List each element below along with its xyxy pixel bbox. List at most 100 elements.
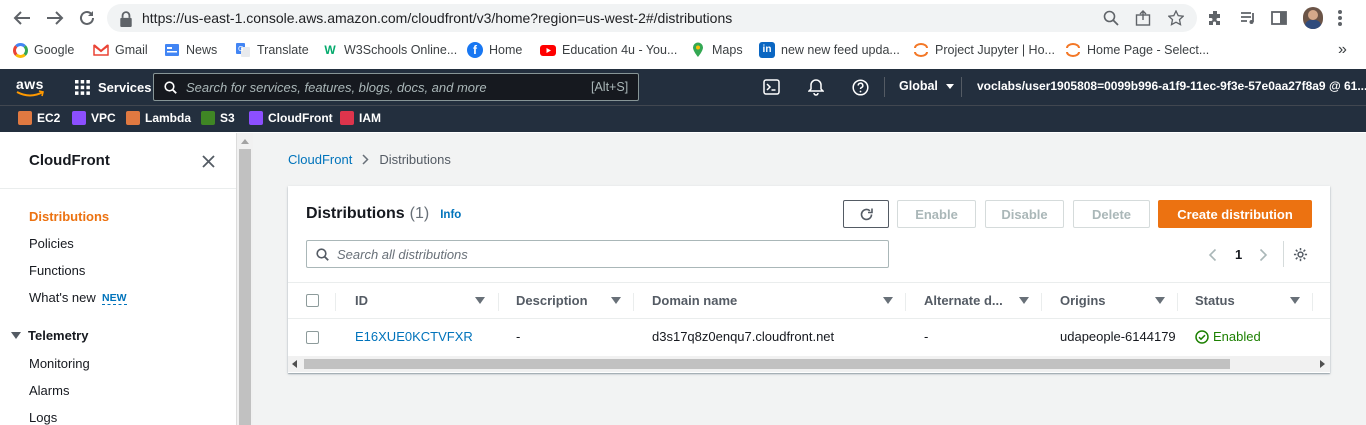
- create-distribution-button[interactable]: Create distribution: [1158, 200, 1312, 228]
- bookmark-youtube[interactable]: Education 4u - You...: [540, 41, 677, 59]
- sort-caret-icon[interactable]: [1019, 297, 1029, 304]
- help-icon[interactable]: [852, 79, 869, 96]
- info-link[interactable]: Info: [440, 209, 461, 221]
- column-header-alternate-domain[interactable]: Alternate d...: [924, 293, 1003, 308]
- favorite-iam[interactable]: IAM: [340, 111, 381, 125]
- close-icon[interactable]: [202, 155, 215, 168]
- sidebar-scrollbar[interactable]: [236, 133, 253, 425]
- sidebar-item-logs[interactable]: Logs: [29, 410, 57, 425]
- back-button[interactable]: [12, 9, 32, 27]
- favorite-cloudfront[interactable]: CloudFront: [249, 111, 333, 125]
- table-title: Distributions: [306, 205, 405, 222]
- bookmark-star-icon[interactable]: [1168, 10, 1184, 26]
- favorite-s3[interactable]: S3: [201, 111, 235, 125]
- sidebar-item-functions[interactable]: Functions: [29, 263, 85, 278]
- scroll-thumb[interactable]: [304, 359, 1230, 369]
- caret-down-icon[interactable]: [11, 332, 21, 339]
- account-menu[interactable]: voclabs/user1905808=0099b996-a1f9-11ec-9…: [977, 79, 1366, 93]
- sidebar-section-telemetry[interactable]: Telemetry: [28, 328, 88, 343]
- sidebar-item-monitoring[interactable]: Monitoring: [29, 356, 90, 371]
- bookmark-label: Maps: [712, 43, 743, 57]
- bookmark-maps[interactable]: Maps: [690, 41, 743, 59]
- bookmark-label: new new feed upda...: [781, 43, 900, 57]
- gear-icon[interactable]: [1293, 247, 1308, 262]
- scroll-thumb[interactable]: [239, 149, 251, 425]
- cloudshell-icon[interactable]: [763, 79, 780, 95]
- favorite-ec2[interactable]: EC2: [18, 111, 60, 125]
- chrome-menu-icon[interactable]: [1338, 10, 1342, 26]
- column-header-id[interactable]: ID: [355, 293, 368, 308]
- sort-caret-icon[interactable]: [883, 297, 893, 304]
- select-all-checkbox[interactable]: [306, 294, 319, 307]
- sort-caret-icon[interactable]: [611, 297, 621, 304]
- bookmark-news[interactable]: News: [164, 41, 217, 59]
- breadcrumb-current: Distributions: [379, 152, 451, 167]
- bookmark-google[interactable]: Google: [13, 41, 74, 59]
- sidebar-item-policies[interactable]: Policies: [29, 236, 74, 251]
- sidebar-item-whats-new[interactable]: What's new: [29, 290, 96, 305]
- share-icon[interactable]: [1135, 10, 1151, 26]
- column-separator: [633, 293, 634, 311]
- status-text: Enabled: [1213, 329, 1261, 344]
- lambda-icon: [126, 111, 140, 125]
- favorite-vpc[interactable]: VPC: [72, 111, 116, 125]
- notifications-bell-icon[interactable]: [808, 78, 824, 96]
- column-header-status[interactable]: Status: [1195, 293, 1235, 308]
- new-badge: NEW: [102, 292, 127, 305]
- sidebar-item-distributions[interactable]: Distributions: [29, 209, 109, 224]
- side-panel-icon[interactable]: [1271, 11, 1287, 25]
- aws-logo[interactable]: aws: [14, 76, 46, 98]
- disable-button[interactable]: Disable: [985, 200, 1064, 228]
- column-separator: [1177, 293, 1178, 311]
- next-page-icon[interactable]: [1259, 248, 1268, 262]
- bookmark-gmail[interactable]: Gmail: [93, 41, 148, 59]
- column-header-origins[interactable]: Origins: [1060, 293, 1106, 308]
- more-bookmarks-button[interactable]: »: [1338, 41, 1347, 59]
- distribution-id-link[interactable]: E16XUE0KCTVFXR: [355, 329, 473, 344]
- divider: [1283, 241, 1284, 267]
- sort-caret-icon[interactable]: [1155, 297, 1165, 304]
- row-checkbox[interactable]: [306, 331, 319, 344]
- sidebar-item-alarms[interactable]: Alarms: [29, 383, 69, 398]
- sidebar-title[interactable]: CloudFront: [29, 152, 110, 169]
- favorite-lambda[interactable]: Lambda: [126, 111, 191, 125]
- extensions-icon[interactable]: [1207, 10, 1223, 26]
- column-separator: [905, 293, 906, 311]
- column-header-domain[interactable]: Domain name: [652, 293, 737, 308]
- breadcrumb: CloudFront Distributions: [288, 152, 451, 167]
- bookmark-home-page[interactable]: Home Page - Select...: [1065, 41, 1209, 59]
- aws-search-input[interactable]: Search for services, features, blogs, do…: [153, 73, 639, 101]
- forward-button[interactable]: [45, 9, 65, 27]
- bookmark-w3schools[interactable]: W W3Schools Online...: [322, 41, 457, 59]
- refresh-icon: [860, 208, 873, 220]
- previous-page-icon[interactable]: [1208, 248, 1217, 262]
- bookmark-home-facebook[interactable]: f Home: [467, 41, 522, 59]
- scroll-up-icon[interactable]: [241, 139, 249, 144]
- bookmark-jupyter[interactable]: Project Jupyter | Ho...: [913, 41, 1055, 59]
- bookmark-translate[interactable]: G Translate: [235, 41, 309, 59]
- zoom-icon[interactable]: [1103, 10, 1119, 26]
- address-bar[interactable]: https://us-east-1.console.aws.amazon.com…: [107, 4, 1197, 32]
- refresh-button[interactable]: [843, 200, 889, 228]
- url-text: https://us-east-1.console.aws.amazon.com…: [142, 10, 733, 26]
- youtube-icon: [540, 45, 556, 56]
- media-icon[interactable]: [1240, 11, 1256, 25]
- search-distributions-input[interactable]: Search all distributions: [306, 240, 889, 268]
- enable-button[interactable]: Enable: [897, 200, 976, 228]
- reload-button[interactable]: [77, 9, 97, 27]
- column-header-description[interactable]: Description: [516, 293, 588, 308]
- profile-avatar[interactable]: [1303, 7, 1323, 29]
- scroll-left-icon[interactable]: [292, 360, 297, 368]
- sort-caret-icon[interactable]: [1290, 297, 1300, 304]
- horizontal-scrollbar[interactable]: [288, 356, 1330, 372]
- services-menu-button[interactable]: Services: [75, 80, 152, 95]
- google-icon: [13, 42, 28, 58]
- page-number[interactable]: 1: [1235, 247, 1242, 262]
- delete-button[interactable]: Delete: [1073, 200, 1150, 228]
- bookmark-linkedin[interactable]: in new new feed upda...: [759, 41, 900, 59]
- region-selector[interactable]: Global: [899, 79, 954, 93]
- sort-caret-icon[interactable]: [475, 297, 485, 304]
- scroll-right-icon[interactable]: [1320, 360, 1325, 368]
- distribution-alternate-domain: -: [924, 329, 929, 344]
- breadcrumb-cloudfront[interactable]: CloudFront: [288, 152, 352, 167]
